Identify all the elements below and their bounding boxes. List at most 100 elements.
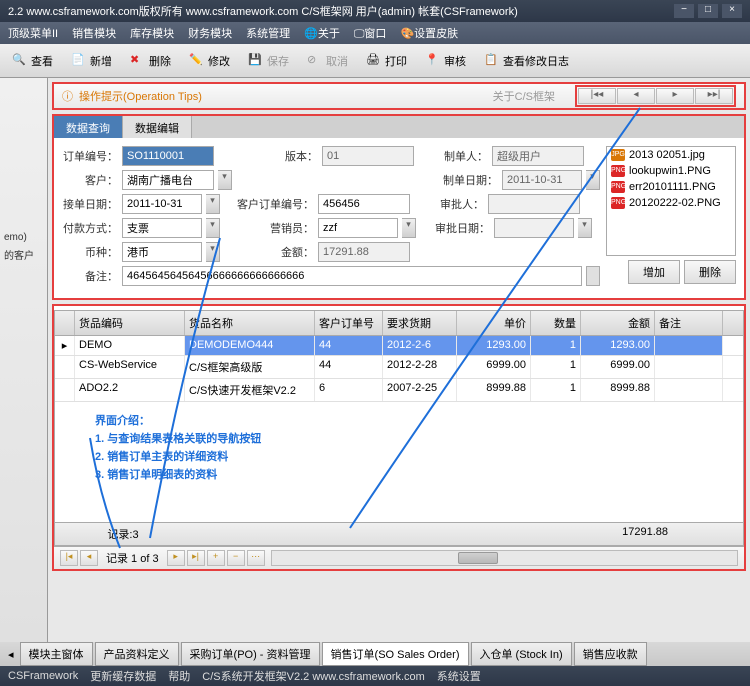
- col-header[interactable]: [55, 311, 75, 335]
- edit-button[interactable]: ✏️修改: [183, 50, 236, 72]
- amount-input[interactable]: [318, 242, 410, 262]
- file-item[interactable]: PNGlookupwin1.PNG: [607, 163, 735, 179]
- menu-item[interactable]: 销售模块: [72, 25, 116, 41]
- dropdown-button[interactable]: ▾: [206, 242, 220, 262]
- label: 版本：: [248, 148, 318, 164]
- order-no-input[interactable]: [122, 146, 214, 166]
- table-row[interactable]: ADO2.2 C/S快速开发框架V2.2 6 2007-2-25 8999.88…: [55, 379, 743, 402]
- pg-next-button[interactable]: ▸: [167, 550, 185, 566]
- pg-more-button[interactable]: ⋯: [247, 550, 265, 566]
- pg-prev-button[interactable]: ◂: [80, 550, 98, 566]
- btab[interactable]: 模块主窗体: [20, 642, 93, 666]
- status-item: C/S系统开发框架V2.2 www.csframework.com: [202, 668, 424, 684]
- btab[interactable]: 销售应收款: [574, 642, 647, 666]
- nav-last-button[interactable]: ▸▸|: [695, 88, 733, 104]
- appr-date-input[interactable]: [494, 218, 574, 238]
- status-item[interactable]: 更新缓存数据: [90, 668, 156, 684]
- h-scrollbar[interactable]: [271, 550, 738, 566]
- view-button[interactable]: 🔍查看: [6, 50, 59, 72]
- dropdown-button[interactable]: ▾: [586, 170, 600, 190]
- file-item[interactable]: JPG2013 02051.jpg: [607, 147, 735, 163]
- scrollbar[interactable]: [586, 266, 600, 286]
- label: 金额：: [224, 244, 314, 260]
- col-header[interactable]: 客户订单号: [315, 311, 383, 335]
- maximize-button[interactable]: □: [698, 4, 718, 18]
- tab-edit[interactable]: 数据编辑: [123, 116, 192, 138]
- dropdown-button[interactable]: ▾: [206, 218, 220, 238]
- print-button[interactable]: 🖨打印: [360, 50, 413, 72]
- pg-last-button[interactable]: ▸|: [187, 550, 205, 566]
- file-del-button[interactable]: 删除: [684, 260, 736, 284]
- add-button[interactable]: 📄新增: [65, 50, 118, 72]
- col-header[interactable]: 货品编码: [75, 311, 185, 335]
- table-row[interactable]: CS-WebService C/S框架高级版 44 2012-2-28 6999…: [55, 356, 743, 379]
- left-item[interactable]: emo): [2, 230, 45, 245]
- version-input[interactable]: [322, 146, 414, 166]
- pg-first-button[interactable]: |◂: [60, 550, 78, 566]
- nav-first-button[interactable]: |◂◂: [578, 88, 616, 104]
- menu-item[interactable]: 系统管理: [246, 25, 290, 41]
- recv-date-input[interactable]: [122, 194, 202, 214]
- save-button[interactable]: 💾保存: [242, 50, 295, 72]
- cancel-button[interactable]: ⊘取消: [301, 50, 354, 72]
- dropdown-button[interactable]: ▾: [218, 170, 232, 190]
- png-icon: PNG: [611, 165, 625, 177]
- menu-item[interactable]: 顶级菜单II: [8, 25, 58, 41]
- menu-item[interactable]: 🌐关于: [304, 25, 340, 41]
- menu-item[interactable]: 🖵窗口: [354, 25, 387, 41]
- status-item[interactable]: 系统设置: [437, 668, 481, 684]
- pay-input[interactable]: [122, 218, 202, 238]
- log-button[interactable]: 📋查看修改日志: [478, 50, 575, 72]
- file-item[interactable]: PNGerr20101111.PNG: [607, 179, 735, 195]
- col-header[interactable]: 备注: [655, 311, 723, 335]
- menu-item[interactable]: 库存模块: [130, 25, 174, 41]
- make-date-input[interactable]: [502, 170, 582, 190]
- table-row[interactable]: ▸ DEMO DEMODEMO444 44 2012-2-6 1293.00 1…: [55, 336, 743, 356]
- status-item[interactable]: 帮助: [168, 668, 190, 684]
- close-button[interactable]: ×: [722, 4, 742, 18]
- paginator: |◂ ◂ 记录 1 of 3 ▸ ▸| + − ⋯: [54, 546, 744, 569]
- about-link[interactable]: 关于C/S框架: [493, 88, 555, 104]
- jpg-icon: JPG: [611, 149, 625, 161]
- menu-item[interactable]: 财务模块: [188, 25, 232, 41]
- label: 付款方式：: [62, 220, 118, 236]
- pg-add-button[interactable]: +: [207, 550, 225, 566]
- annotation-text: 界面介绍： 1. 与查询结果表格关联的导航按钮 2. 销售订单主表的详细资料 3…: [55, 402, 743, 522]
- dropdown-button[interactable]: ▾: [578, 218, 592, 238]
- left-item[interactable]: 的客户: [2, 245, 45, 264]
- approver-input[interactable]: [488, 194, 580, 214]
- maker-input[interactable]: [492, 146, 584, 166]
- col-header[interactable]: 货品名称: [185, 311, 315, 335]
- currency-input[interactable]: [122, 242, 202, 262]
- btab[interactable]: 采购订单(PO) - 资料管理: [181, 642, 320, 666]
- cust-order-input[interactable]: [318, 194, 410, 214]
- dropdown-button[interactable]: ▾: [206, 194, 220, 214]
- btab[interactable]: 产品资料定义: [95, 642, 179, 666]
- col-header[interactable]: 要求货期: [383, 311, 457, 335]
- col-header[interactable]: 数量: [531, 311, 581, 335]
- file-add-button[interactable]: 增加: [628, 260, 680, 284]
- label: 审批日期：: [420, 220, 490, 236]
- customer-input[interactable]: [122, 170, 214, 190]
- tab-query[interactable]: 数据查询: [54, 116, 123, 138]
- approve-button[interactable]: 📍审核: [419, 50, 472, 72]
- delete-icon: ✖: [130, 53, 146, 69]
- grid-total: 17291.88: [598, 526, 672, 542]
- pg-del-button[interactable]: −: [227, 550, 245, 566]
- nav-prev-button[interactable]: ◂: [617, 88, 655, 104]
- remark-input[interactable]: [122, 266, 582, 286]
- dropdown-button[interactable]: ▾: [402, 218, 416, 238]
- left-panel: emo) 的客户: [0, 78, 48, 642]
- file-item[interactable]: PNG20120222-02.PNG: [607, 195, 735, 211]
- page-info: 记录 1 of 3: [100, 550, 165, 566]
- col-header[interactable]: 单价: [457, 311, 531, 335]
- minimize-button[interactable]: −: [674, 4, 694, 18]
- btab[interactable]: 入仓单 (Stock In): [471, 642, 572, 666]
- col-header[interactable]: 金额: [581, 311, 655, 335]
- sales-input[interactable]: [318, 218, 398, 238]
- delete-button[interactable]: ✖删除: [124, 50, 177, 72]
- btab[interactable]: 销售订单(SO Sales Order): [322, 642, 469, 666]
- label: 币种：: [62, 244, 118, 260]
- nav-next-button[interactable]: ▸: [656, 88, 694, 104]
- menu-item[interactable]: 🎨设置皮肤: [400, 25, 458, 41]
